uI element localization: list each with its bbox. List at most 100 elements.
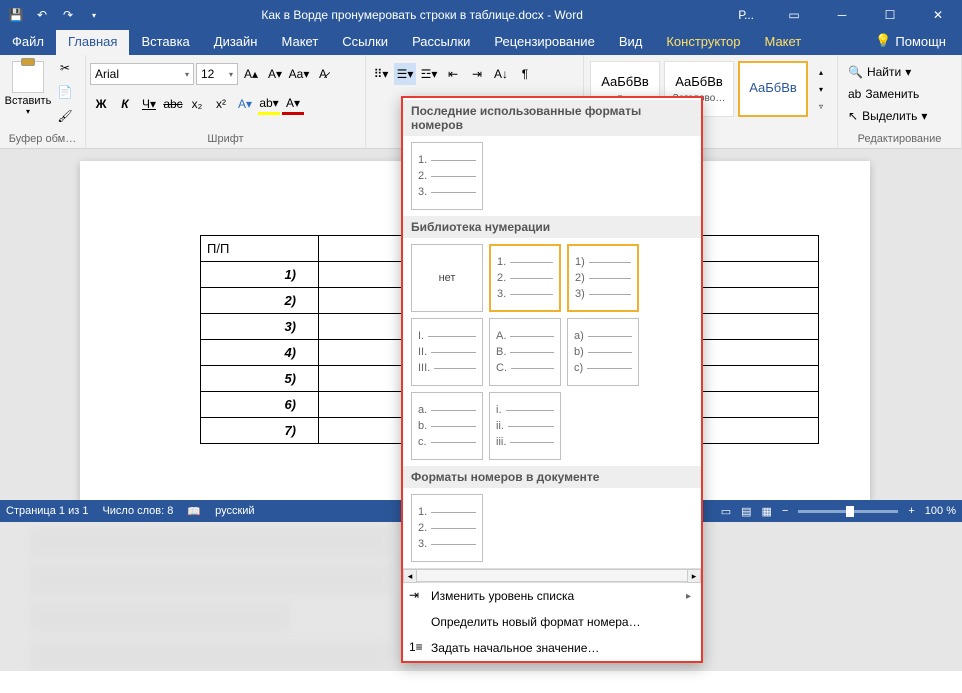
number-format-doc-decimal[interactable]: 1.2.3. <box>411 494 483 562</box>
style-heading2[interactable]: АаБбВв <box>738 61 808 117</box>
format-painter-button[interactable]: 🖌 <box>54 105 76 127</box>
increase-indent-button[interactable]: ⇥ <box>466 63 488 85</box>
decrease-indent-button[interactable]: ⇤ <box>442 63 464 85</box>
view-web-button[interactable]: ▦ <box>762 505 772 518</box>
define-new-format-item[interactable]: Определить новый формат номера… <box>403 609 701 635</box>
scroll-left-button[interactable]: ◂ <box>403 569 417 583</box>
number-icon: 1≡ <box>409 640 425 656</box>
find-button[interactable]: 🔍Найти ▾ <box>842 61 957 83</box>
tab-insert[interactable]: Вставка <box>129 30 201 55</box>
text-effects-button[interactable]: A▾ <box>234 93 256 115</box>
number-format-alpha-lower-paren[interactable]: a)b)c) <box>567 318 639 386</box>
font-label: Шрифт <box>90 131 361 147</box>
copy-button[interactable]: 📄 <box>54 81 76 103</box>
cut-button[interactable]: ✂ <box>54 57 76 79</box>
bullets-button[interactable]: ⠿▾ <box>370 63 392 85</box>
group-editing: 🔍Найти ▾ abЗаменить ↖Выделить ▾ Редактир… <box>838 55 962 149</box>
tab-review[interactable]: Рецензирование <box>482 30 606 55</box>
document-formats-header: Форматы номеров в документе <box>403 466 701 488</box>
ribbon-tabs: Файл Главная Вставка Дизайн Макет Ссылки… <box>0 30 962 55</box>
tab-table-layout[interactable]: Макет <box>752 30 813 55</box>
group-font: Arial▾ 12▾ A▴ A▾ Aa▾ A̷ Ж К Ч▾ abc x₂ x²… <box>86 55 366 149</box>
tab-mailings[interactable]: Рассылки <box>400 30 482 55</box>
highlight-button[interactable]: ab▾ <box>258 93 280 115</box>
change-list-level-item[interactable]: ⇥ Изменить уровень списка▸ <box>403 583 701 609</box>
italic-button[interactable]: К <box>114 93 136 115</box>
font-color-button[interactable]: A▾ <box>282 93 304 115</box>
blurred-content <box>30 527 390 557</box>
close-button[interactable]: ✕ <box>918 3 958 27</box>
font-size-combo[interactable]: 12▾ <box>196 63 238 85</box>
strike-button[interactable]: abc <box>162 93 184 115</box>
clear-format-button[interactable]: A̷ <box>312 63 334 85</box>
tab-home[interactable]: Главная <box>56 30 129 55</box>
replace-button[interactable]: abЗаменить <box>842 83 957 105</box>
cursor-icon: ↖ <box>848 109 858 123</box>
redo-button[interactable]: ↷ <box>56 3 80 27</box>
font-name-combo[interactable]: Arial▾ <box>90 63 194 85</box>
blurred-content <box>30 565 390 595</box>
minimize-button[interactable]: ─ <box>822 3 862 27</box>
zoom-out-button[interactable]: − <box>782 505 788 517</box>
tab-table-design[interactable]: Конструктор <box>654 30 752 55</box>
paste-button[interactable]: Вставить ▾ <box>4 57 52 131</box>
zoom-in-button[interactable]: + <box>908 505 914 517</box>
quick-access-toolbar: 💾 ↶ ↷ ▾ <box>4 3 106 27</box>
numbering-dropdown: Последние использованные форматы номеров… <box>401 96 703 663</box>
change-case-button[interactable]: Aa▾ <box>288 63 310 85</box>
styles-down-button[interactable]: ▾ <box>810 81 832 97</box>
undo-button[interactable]: ↶ <box>30 3 54 27</box>
styles-up-button[interactable]: ▴ <box>810 64 832 80</box>
number-format-decimal-paren[interactable]: 1)2)3) <box>567 244 639 312</box>
numbering-button[interactable]: ☰▾ <box>394 63 416 85</box>
recent-header: Последние использованные форматы номеров <box>403 100 701 136</box>
superscript-button[interactable]: x² <box>210 93 232 115</box>
editing-label: Редактирование <box>842 131 957 147</box>
group-clipboard: Вставить ▾ ✂ 📄 🖌 Буфер обм… <box>0 55 86 149</box>
word-count[interactable]: Число слов: 8 <box>102 505 173 517</box>
underline-button[interactable]: Ч▾ <box>138 93 160 115</box>
tab-file[interactable]: Файл <box>0 30 56 55</box>
grow-font-button[interactable]: A▴ <box>240 63 262 85</box>
tab-design[interactable]: Дизайн <box>202 30 270 55</box>
view-print-button[interactable]: ▤ <box>741 505 751 518</box>
set-number-value-item[interactable]: 1≡ Задать начальное значение… <box>403 635 701 661</box>
select-button[interactable]: ↖Выделить ▾ <box>842 105 957 127</box>
number-format-alpha-lower-dot[interactable]: a.b.c. <box>411 392 483 460</box>
number-format-roman-upper[interactable]: I.II.III. <box>411 318 483 386</box>
view-read-button[interactable]: ▭ <box>721 505 731 518</box>
save-button[interactable]: 💾 <box>4 3 28 27</box>
bold-button[interactable]: Ж <box>90 93 112 115</box>
tab-view[interactable]: Вид <box>607 30 655 55</box>
number-format-alpha-upper[interactable]: A.B.C. <box>489 318 561 386</box>
styles-more-button[interactable]: ▿ <box>810 98 832 114</box>
ribbon-options-button[interactable]: ▭ <box>774 3 814 27</box>
maximize-button[interactable]: ☐ <box>870 3 910 27</box>
gallery-scrollbar[interactable]: ◂ ▸ <box>403 568 701 582</box>
zoom-slider[interactable] <box>798 510 898 513</box>
show-marks-button[interactable]: ¶ <box>514 63 536 85</box>
shrink-font-button[interactable]: A▾ <box>264 63 286 85</box>
number-format-none[interactable]: нет <box>411 244 483 312</box>
number-format-decimal-dot[interactable]: 1.2.3. <box>489 244 561 312</box>
subscript-button[interactable]: x₂ <box>186 93 208 115</box>
proofing-icon[interactable]: 📖 <box>187 505 201 518</box>
tell-me[interactable]: 💡Помощн <box>863 29 962 55</box>
window-buttons: ▭ ─ ☐ ✕ <box>774 3 958 27</box>
page-indicator[interactable]: Страница 1 из 1 <box>6 505 88 517</box>
language-indicator[interactable]: русский <box>215 505 254 517</box>
number-format-decimal-dot[interactable]: 1.2.3. <box>411 142 483 210</box>
sort-button[interactable]: A↓ <box>490 63 512 85</box>
blurred-content <box>30 641 390 671</box>
tab-layout[interactable]: Макет <box>269 30 330 55</box>
scroll-right-button[interactable]: ▸ <box>687 569 701 583</box>
search-icon: 🔍 <box>848 65 863 79</box>
window-title: Как в Ворде пронумеровать строки в табли… <box>106 8 738 22</box>
clipboard-label: Буфер обм… <box>4 131 81 147</box>
multilevel-button[interactable]: ☲▾ <box>418 63 440 85</box>
qat-more-button[interactable]: ▾ <box>82 3 106 27</box>
number-format-roman-lower[interactable]: i.ii.iii. <box>489 392 561 460</box>
replace-icon: ab <box>848 87 861 101</box>
tab-references[interactable]: Ссылки <box>330 30 400 55</box>
zoom-level[interactable]: 100 % <box>925 505 956 517</box>
